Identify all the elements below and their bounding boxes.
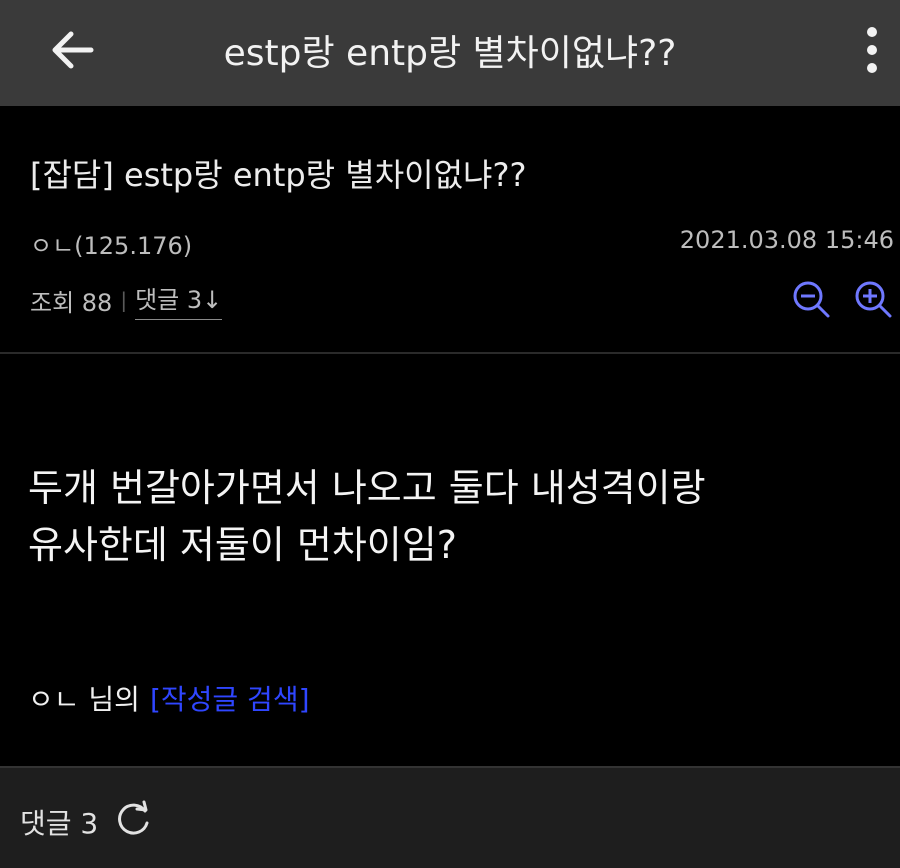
more-options-button[interactable]: [848, 20, 896, 80]
zoom-in-icon: [855, 281, 892, 318]
post-header: [잡담] estp랑 entp랑 별차이없냐?? ㅇㄴ(125.176) 202…: [0, 106, 900, 352]
zoom-in-button[interactable]: [850, 276, 896, 322]
more-vertical-icon: [867, 27, 877, 73]
comment-jump-link[interactable]: 댓글 3↓: [135, 280, 223, 320]
author-search-row: ㅇㄴ 님의 [작성글 검색]: [28, 678, 310, 718]
view-count: 조회 88: [30, 288, 113, 317]
stats-divider: |: [120, 288, 128, 312]
post-body-line: 유사한데 저둘이 먼차이임?: [28, 523, 457, 567]
arrow-left-icon: [52, 31, 94, 69]
refresh-icon: [118, 800, 149, 835]
post-stats: 조회 88 | 댓글 3↓: [30, 280, 223, 320]
top-bar: estp랑 entp랑 별차이없냐??: [0, 0, 900, 106]
post-body: 두개 번갈아가면서 나오고 둘다 내성격이랑 유사한데 저둘이 먼차이임?: [28, 460, 893, 574]
author-search-label: ㅇㄴ 님의: [28, 683, 140, 716]
post-title: [잡담] estp랑 entp랑 별차이없냐??: [30, 156, 527, 194]
author-posts-search-link[interactable]: [작성글 검색]: [150, 678, 310, 718]
page-title: estp랑 entp랑 별차이없냐??: [223, 33, 677, 74]
bottom-bar: 댓글 3: [0, 766, 900, 868]
zoom-out-icon: [793, 281, 830, 318]
post-body-line: 두개 번갈아가면서 나오고 둘다 내성격이랑: [28, 466, 706, 510]
back-button[interactable]: [40, 22, 104, 78]
refresh-comments-button[interactable]: [110, 796, 156, 842]
comment-count: 댓글 3: [20, 807, 99, 840]
zoom-out-button[interactable]: [788, 276, 834, 322]
header-divider: [0, 352, 900, 354]
post-date: 2021.03.08 15:46: [679, 226, 894, 254]
post-author[interactable]: ㅇㄴ(125.176): [30, 226, 192, 261]
